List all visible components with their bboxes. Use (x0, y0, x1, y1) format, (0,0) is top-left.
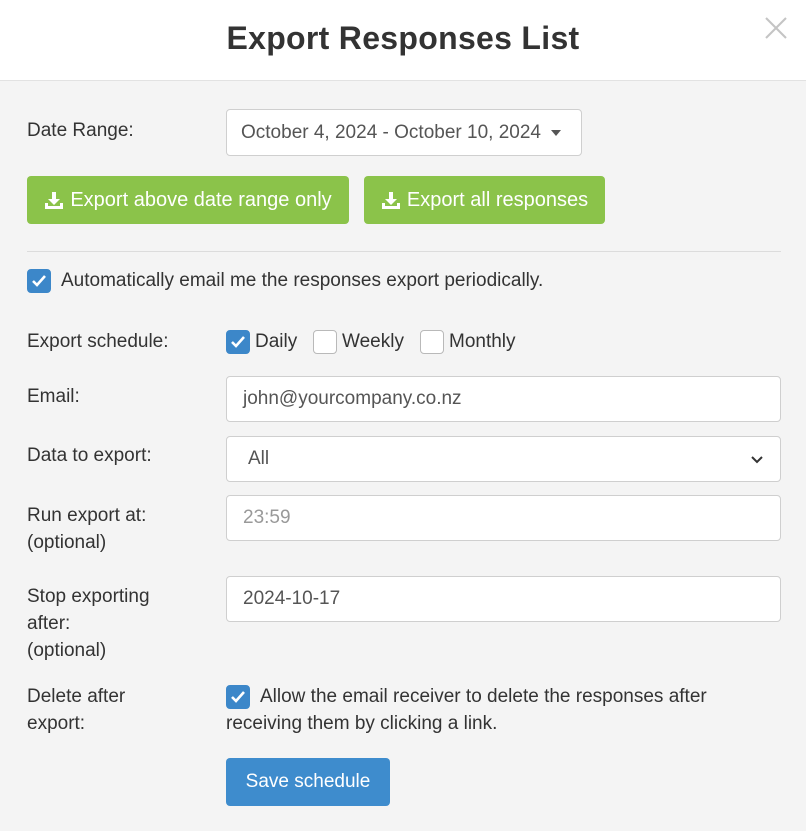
data-export-label: Data to export: (27, 445, 152, 466)
run-export-label-line1: Run export at: (27, 505, 147, 526)
monthly-checkbox[interactable] (420, 330, 444, 354)
run-export-placeholder: 23:59 (243, 507, 291, 528)
checkmark-icon (231, 691, 245, 703)
stop-export-date-input[interactable]: 2024-10-17 (226, 576, 781, 622)
delete-after-label: Delete after export: (27, 683, 125, 737)
checkmark-icon (231, 336, 245, 348)
export-all-button[interactable]: Export all responses (364, 176, 605, 224)
delete-after-label-line1: Delete after (27, 686, 126, 707)
export-schedule-label: Export schedule: (27, 331, 169, 352)
chevron-down-icon (751, 455, 763, 463)
email-label: Email: (27, 386, 80, 407)
stop-export-label: Stop exporting after: (optional) (27, 583, 150, 664)
date-range-label: Date Range: (27, 120, 134, 141)
export-range-button[interactable]: Export above date range only (27, 176, 349, 224)
weekly-checkbox[interactable] (313, 330, 337, 354)
download-icon (45, 191, 64, 209)
divider (27, 251, 781, 252)
delete-after-checkbox[interactable] (226, 685, 250, 709)
checkmark-icon (32, 275, 46, 287)
auto-email-label: Automatically email me the responses exp… (61, 270, 544, 291)
stop-export-label-line2: after: (27, 613, 71, 634)
date-range-picker[interactable]: October 4, 2024 - October 10, 2024 (226, 109, 582, 156)
export-all-label: Export all responses (406, 188, 589, 211)
weekly-label: Weekly (342, 331, 404, 352)
caret-down-icon (550, 129, 561, 136)
date-range-value: October 4, 2024 - October 10, 2024 (241, 121, 541, 143)
delete-after-label-line2: export: (27, 713, 86, 734)
save-schedule-button[interactable]: Save schedule (226, 758, 390, 806)
export-range-label: Export above date range only (70, 188, 332, 211)
run-export-label: Run export at: (optional) (27, 502, 146, 556)
data-export-select[interactable]: All (226, 436, 781, 482)
daily-checkbox[interactable] (226, 330, 250, 354)
download-icon (381, 191, 400, 209)
dialog-header: Export Responses List (0, 0, 806, 81)
close-icon[interactable] (763, 15, 789, 41)
monthly-label: Monthly (449, 331, 516, 352)
stop-export-label-line3: (optional) (27, 640, 107, 661)
run-export-time-input[interactable]: 23:59 (226, 495, 781, 541)
email-field[interactable]: john@yourcompany.co.nz (226, 376, 781, 422)
export-dialog: Export Responses List Date Range: Octobe… (0, 0, 806, 831)
data-export-value: All (248, 448, 270, 469)
auto-email-checkbox[interactable] (27, 269, 51, 293)
email-value: john@yourcompany.co.nz (243, 388, 462, 409)
dialog-title: Export Responses List (226, 20, 580, 56)
delete-after-text-line1: Allow the email receiver to delete the r… (260, 686, 707, 707)
delete-after-text-line2: receiving them by clicking a link. (226, 713, 498, 734)
stop-export-value: 2024-10-17 (243, 588, 341, 609)
run-export-label-line2: (optional) (27, 532, 107, 553)
stop-export-label-line1: Stop exporting (27, 586, 150, 607)
daily-label: Daily (255, 331, 298, 352)
